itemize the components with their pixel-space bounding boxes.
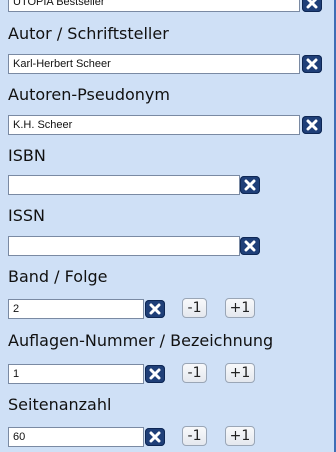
pages-increment-button[interactable]: +1 xyxy=(225,426,255,446)
isbn-label: ISBN xyxy=(8,146,46,165)
author-clear-button[interactable] xyxy=(302,55,322,73)
pages-clear-button[interactable] xyxy=(145,428,165,446)
author-field[interactable]: Karl-Herbert Scheer xyxy=(8,54,300,74)
volume-field[interactable]: 2 xyxy=(8,299,144,319)
pseudonym-clear-button[interactable] xyxy=(302,116,322,134)
series-clear-button[interactable] xyxy=(302,0,322,12)
close-icon xyxy=(244,240,256,252)
isbn-field[interactable] xyxy=(8,175,240,195)
close-icon xyxy=(306,58,318,70)
close-icon xyxy=(306,119,318,131)
issn-clear-button[interactable] xyxy=(240,237,260,255)
author-label: Autor / Schriftsteller xyxy=(8,24,169,43)
edition-increment-button[interactable]: +1 xyxy=(225,363,255,383)
volume-increment-button[interactable]: +1 xyxy=(225,298,255,318)
volume-decrement-button[interactable]: -1 xyxy=(182,298,207,318)
edition-decrement-button[interactable]: -1 xyxy=(182,363,207,383)
pseudonym-field[interactable]: K.H. Scheer xyxy=(8,115,300,135)
edition-field[interactable]: 1 xyxy=(8,364,144,384)
pseudonym-label: Autoren-Pseudonym xyxy=(8,85,170,104)
pages-decrement-button[interactable]: -1 xyxy=(182,426,207,446)
issn-field[interactable] xyxy=(8,236,240,256)
close-icon xyxy=(149,368,161,380)
close-icon xyxy=(149,431,161,443)
edition-label: Auflagen-Nummer / Bezeichnung xyxy=(8,331,274,350)
pages-field[interactable]: 60 xyxy=(8,427,144,447)
volume-label: Band / Folge xyxy=(8,267,108,286)
pages-label: Seitenanzahl xyxy=(8,395,112,414)
edition-clear-button[interactable] xyxy=(145,365,165,383)
isbn-clear-button[interactable] xyxy=(240,176,260,194)
close-icon xyxy=(244,179,256,191)
close-icon xyxy=(306,0,318,9)
issn-label: ISSN xyxy=(8,206,45,225)
close-icon xyxy=(149,303,161,315)
volume-clear-button[interactable] xyxy=(145,300,165,318)
series-field[interactable]: UTOPIA Bestseller xyxy=(8,0,300,12)
